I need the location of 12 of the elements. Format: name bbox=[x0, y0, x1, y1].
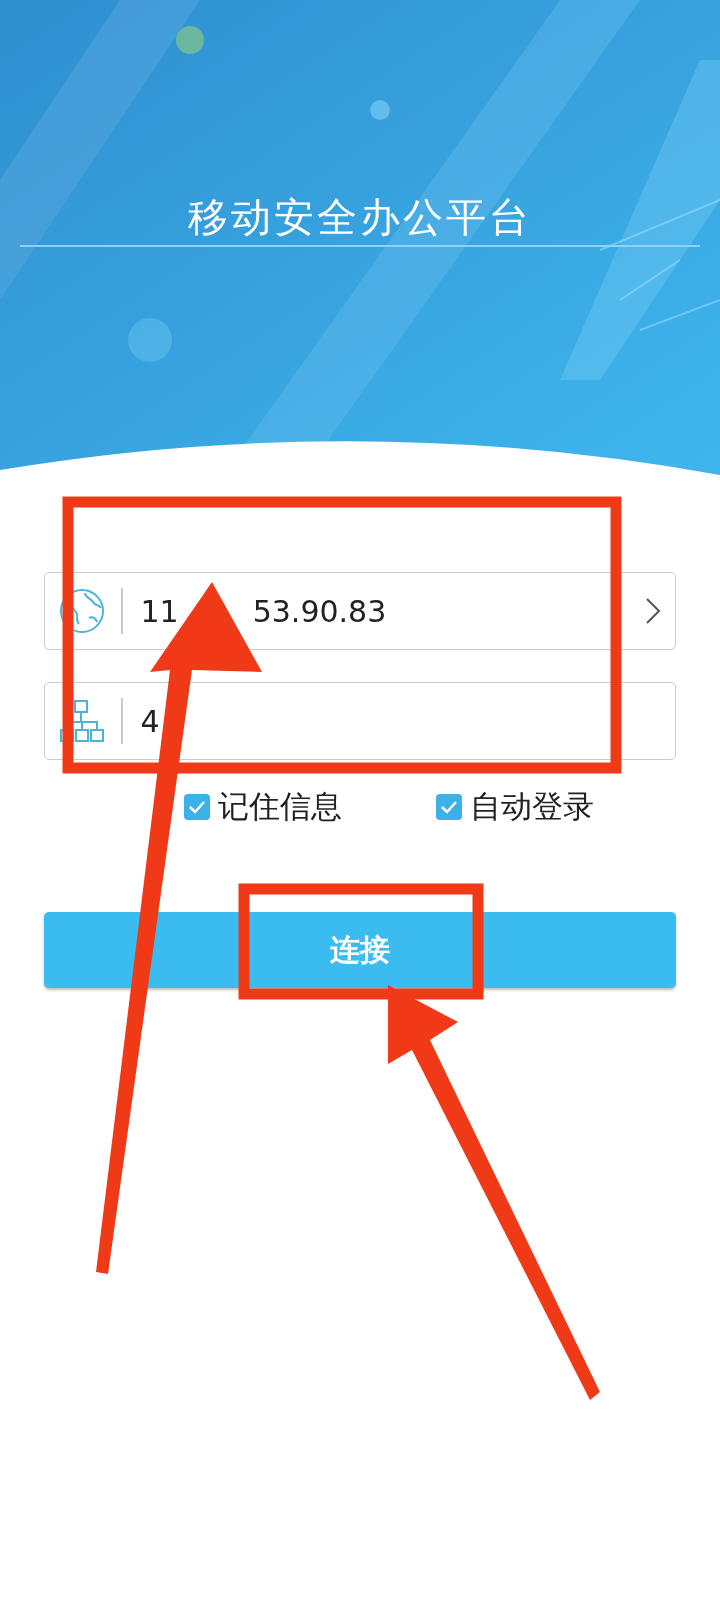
field-value: 11 bbox=[140, 593, 179, 629]
checkbox-label: 自动登录 bbox=[470, 787, 594, 826]
globe-icon bbox=[59, 588, 105, 634]
input-field[interactable]: 4 bbox=[44, 682, 676, 760]
checkbox[interactable] bbox=[436, 794, 462, 820]
field-value: 53.90.83 bbox=[252, 593, 387, 629]
chevron-icon[interactable] bbox=[645, 597, 661, 625]
field-value: 4 bbox=[140, 703, 160, 739]
app-title: 移动安全办公平台 bbox=[188, 193, 532, 242]
checkbox-label: 记住信息 bbox=[218, 787, 342, 826]
checkbox[interactable] bbox=[184, 794, 210, 820]
input-field[interactable]: 11 53.90.83 bbox=[44, 572, 676, 650]
